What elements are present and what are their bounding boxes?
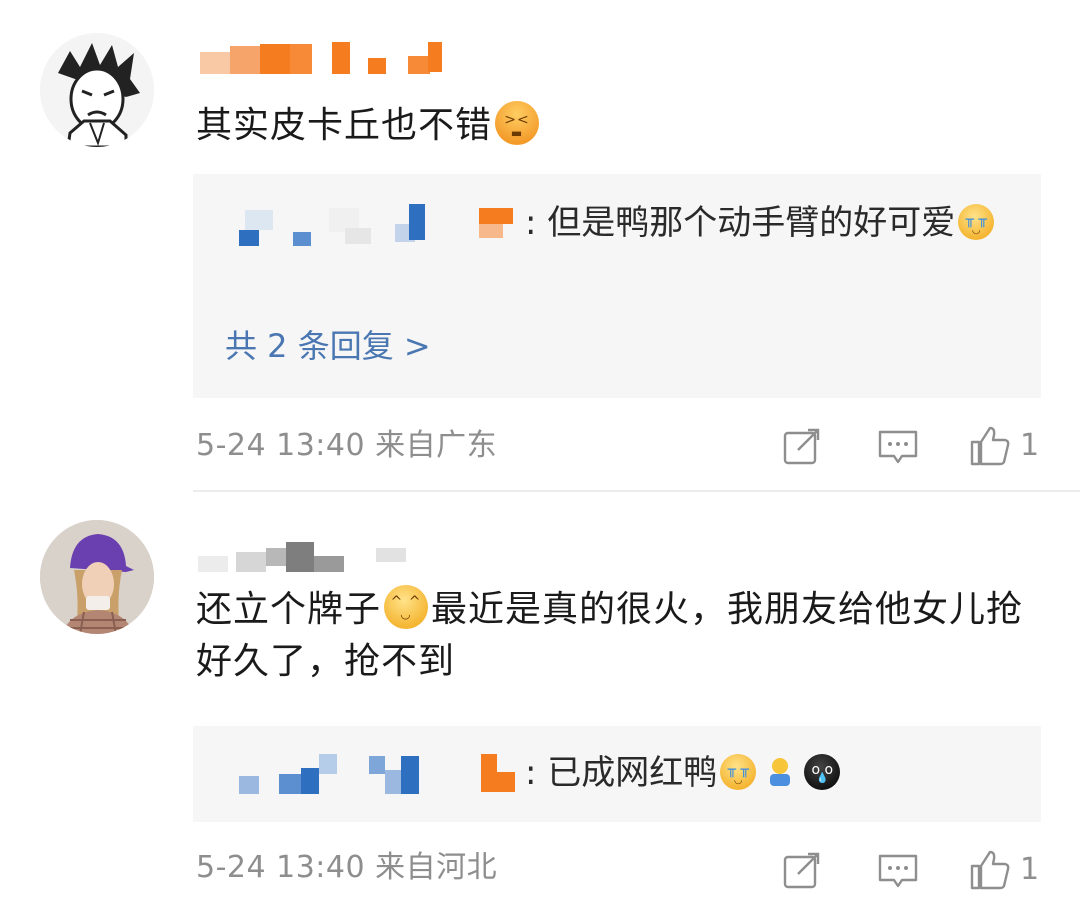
avatar[interactable] (40, 33, 154, 147)
mosaic-block (376, 548, 406, 562)
reply-preview-box[interactable]: : 但是鸭那个动手臂的好可爱 ╥ ╥ ◡ 共 2 条回复 > (193, 174, 1041, 398)
like-icon[interactable] (968, 848, 1012, 892)
mosaic-block (481, 772, 515, 792)
loudly-crying-face-icon: ╥ ╥ ◡ (720, 754, 757, 790)
mosaic-block (314, 556, 344, 572)
comment-text: 其实皮卡丘也不错 >< ▬ (196, 100, 1036, 152)
more-replies-link[interactable]: 共 2 条回复 > (225, 324, 431, 368)
comment-actions: 1 (780, 424, 1040, 468)
comment-meta: 5-24 13:40 来自河北 (196, 848, 497, 888)
mosaic-block (481, 754, 497, 774)
share-icon[interactable] (780, 848, 824, 892)
mosaic-block (408, 56, 430, 74)
mosaic-block (301, 768, 319, 794)
comment-text: 还立个牌子 ^ ^ ◡ 最近是真的很火，我朋友给他女儿抢好久了，抢不到 (196, 584, 1036, 688)
mosaic-block (200, 52, 230, 74)
reply-line: : 已成网红鸭 ╥ ╥ ◡ o o 💧 (225, 744, 1013, 802)
reply-text: 已成网红鸭 (547, 753, 718, 793)
reply-text: 但是鸭那个动手臂的好可爱 (547, 203, 956, 243)
dark-crying-face-icon: o o 💧 (804, 754, 841, 790)
mosaic-block (345, 228, 371, 244)
comment-actions: 1 (780, 848, 1040, 892)
comment-icon[interactable] (876, 424, 920, 468)
like-icon[interactable] (968, 424, 1012, 468)
comment-date: 5-24 13:40 (196, 428, 366, 463)
mosaic-block (198, 556, 228, 572)
mosaic-block (290, 44, 312, 74)
avatar[interactable] (40, 520, 154, 634)
mosaic-block (239, 230, 259, 246)
comment-item: 还立个牌子 ^ ^ ◡ 最近是真的很火，我朋友给他女儿抢好久了，抢不到 : 已成网红鸭… (0, 492, 1080, 914)
share-icon[interactable] (780, 424, 824, 468)
comment-date: 5-24 13:40 (196, 850, 366, 885)
comment-location: 来自广东 (375, 428, 498, 463)
username[interactable] (196, 534, 456, 578)
mosaic-block (428, 42, 442, 72)
mosaic-block (236, 552, 266, 572)
mosaic-block (385, 770, 401, 794)
mosaic-block (368, 58, 386, 74)
kid-icon (762, 750, 798, 786)
laughing-with-tears-face-icon: ^ ^ ◡ (384, 585, 429, 629)
mosaic-block (401, 756, 419, 794)
mosaic-block (409, 204, 425, 240)
mosaic-block (266, 548, 286, 566)
grimacing-face-icon: >< ▬ (495, 101, 540, 145)
mosaic-block (239, 776, 259, 794)
comment-meta: 5-24 13:40 来自广东 (196, 426, 497, 466)
loudly-crying-face-icon: ╥ ╥ ◡ (958, 204, 995, 240)
mosaic-block (230, 46, 260, 74)
like-count: 1 (1020, 852, 1040, 887)
reply-username[interactable] (225, 752, 525, 794)
reply-line: : 但是鸭那个动手臂的好可爱 ╥ ╥ ◡ (225, 194, 1013, 252)
username[interactable] (196, 36, 456, 80)
mosaic-block (286, 542, 314, 572)
mosaic-block (332, 42, 350, 74)
mosaic-block (319, 754, 337, 774)
like-count: 1 (1020, 428, 1040, 463)
mosaic-block (260, 44, 290, 74)
comment-item: 其实皮卡丘也不错 >< ▬ : 但是鸭那个动手臂的好可爱 ╥ ╥ ◡ 共 2 条回复 >… (0, 0, 1080, 490)
comment-icon[interactable] (876, 848, 920, 892)
reply-username[interactable] (225, 202, 525, 246)
mosaic-block (479, 208, 513, 224)
mosaic-block (369, 756, 385, 774)
mosaic-block (479, 224, 503, 238)
mosaic-block (245, 210, 273, 230)
mosaic-block (279, 774, 301, 794)
reply-preview-box[interactable]: : 已成网红鸭 ╥ ╥ ◡ o o 💧 (193, 726, 1041, 822)
comment-location: 来自河北 (375, 850, 498, 885)
mosaic-block (293, 232, 311, 246)
